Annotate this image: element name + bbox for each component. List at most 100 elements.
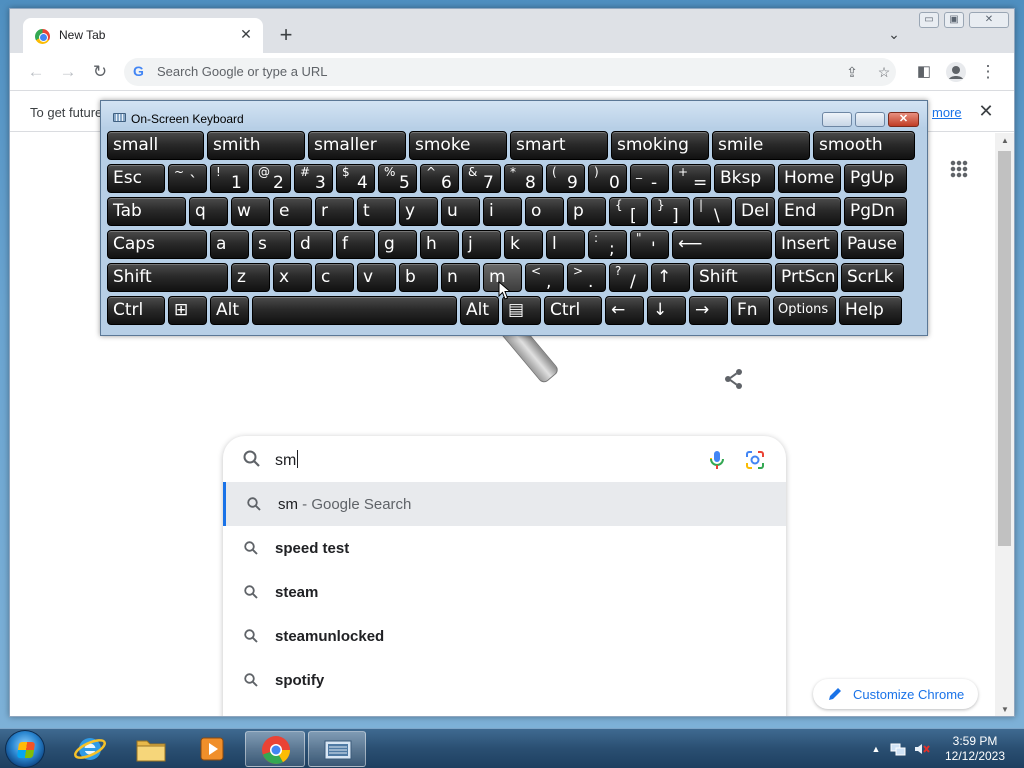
osk-key-g[interactable]: g (378, 230, 417, 259)
osk-key-fn[interactable]: Fn (731, 296, 770, 325)
side-panel-icon[interactable]: ◧ (913, 61, 935, 83)
osk-key-symbol[interactable]: ? / (609, 263, 648, 292)
osk-key-o[interactable]: o (525, 197, 564, 226)
google-apps-icon[interactable] (950, 160, 968, 178)
osk-key-symbol[interactable]: ⊞ (168, 296, 207, 325)
osk-word-suggestion[interactable]: smart (510, 131, 608, 160)
osk-key-scrlk[interactable]: ScrLk (841, 263, 904, 292)
osk-key-q[interactable]: q (189, 197, 228, 226)
osk-key-symbol[interactable]: ↑ (651, 263, 690, 292)
start-button[interactable] (5, 730, 45, 768)
osk-taskbar-button[interactable] (308, 731, 366, 767)
microphone-icon[interactable] (707, 449, 727, 471)
osk-maximize-button[interactable] (855, 112, 885, 127)
osk-key-caps[interactable]: Caps (107, 230, 207, 259)
close-window-button[interactable]: ✕ (969, 12, 1009, 28)
osk-key-p[interactable]: p (567, 197, 606, 226)
maximize-button[interactable]: ▣ (944, 12, 964, 28)
osk-key-z[interactable]: z (231, 263, 270, 292)
forward-arrow-icon[interactable]: → (57, 61, 79, 83)
osk-key-y[interactable]: y (399, 197, 438, 226)
suggestion-item[interactable]: SHEIN (223, 702, 786, 716)
osk-key-b[interactable]: b (399, 263, 438, 292)
internet-explorer-taskbar-button[interactable] (62, 731, 118, 767)
osk-key-k[interactable]: k (504, 230, 543, 259)
osk-key-symbol[interactable]: ← (605, 296, 644, 325)
osk-key-1[interactable]: ! 1 (210, 164, 249, 193)
osk-key-symbol[interactable]: _ - (630, 164, 669, 193)
osk-key-pgdn[interactable]: PgDn (844, 197, 907, 226)
osk-key-2[interactable]: @2 (252, 164, 291, 193)
osk-key-c[interactable]: c (315, 263, 354, 292)
osk-key-ctrl[interactable]: Ctrl (544, 296, 602, 325)
osk-key-tab[interactable]: Tab (107, 197, 186, 226)
osk-word-suggestion[interactable]: smith (207, 131, 305, 160)
osk-key-5[interactable]: % 5 (378, 164, 417, 193)
osk-key-symbol[interactable]: ↓ (647, 296, 686, 325)
osk-key-h[interactable]: h (420, 230, 459, 259)
osk-key-symbol[interactable]: ⟵ (672, 230, 772, 259)
osk-key-shift[interactable]: Shift (107, 263, 228, 292)
osk-key-u[interactable]: u (441, 197, 480, 226)
suggestion-item[interactable]: steam (223, 570, 786, 614)
suggestion-item[interactable]: spotify (223, 658, 786, 702)
osk-key-symbol[interactable]: + = (672, 164, 711, 193)
explorer-taskbar-button[interactable] (123, 731, 179, 767)
osk-key-w[interactable]: w (231, 197, 270, 226)
menu-kebab-icon[interactable]: ⋮ (977, 61, 999, 83)
osk-word-suggestion[interactable]: smoking (611, 131, 709, 160)
clock[interactable]: 3:59 PM 12/12/2023 (941, 734, 1009, 764)
osk-key-3[interactable]: #3 (294, 164, 333, 193)
osk-key-symbol[interactable]: {[ (609, 197, 648, 226)
minimize-button[interactable]: ▭ (919, 12, 939, 28)
chrome-taskbar-button[interactable] (245, 731, 305, 767)
osk-key-j[interactable]: j (462, 230, 501, 259)
new-tab-button[interactable]: + (273, 23, 299, 49)
osk-key-a[interactable]: a (210, 230, 249, 259)
back-arrow-icon[interactable]: ← (25, 61, 47, 83)
close-icon[interactable]: ✕ (976, 101, 996, 121)
osk-key-l[interactable]: l (546, 230, 585, 259)
address-bar[interactable]: G Search Google or type a URL ⇪ ☆ (124, 58, 896, 86)
osk-key-d[interactable]: d (294, 230, 333, 259)
osk-key-v[interactable]: v (357, 263, 396, 292)
scrollbar-thumb[interactable] (998, 151, 1011, 546)
osk-word-suggestion[interactable]: smile (712, 131, 810, 160)
osk-close-button[interactable]: ✕ (888, 112, 919, 127)
osk-key-6[interactable]: ^ 6 (420, 164, 459, 193)
osk-key-shift[interactable]: Shift (693, 263, 772, 292)
osk-key-t[interactable]: t (357, 197, 396, 226)
osk-key-home[interactable]: Home (778, 164, 841, 193)
osk-key-alt[interactable]: Alt (460, 296, 499, 325)
osk-key-del[interactable]: Del (735, 197, 775, 226)
osk-word-suggestion[interactable]: smoke (409, 131, 507, 160)
osk-key-symbol[interactable]: " ' (630, 230, 669, 259)
osk-word-suggestion[interactable]: smaller (308, 131, 406, 160)
osk-key-symbol[interactable]: ~ ` (168, 164, 207, 193)
network-icon[interactable] (890, 741, 906, 757)
osk-key-ctrl[interactable]: Ctrl (107, 296, 165, 325)
share-page-icon[interactable]: ⇪ (842, 62, 862, 82)
osk-key-symbol[interactable]: → (689, 296, 728, 325)
osk-key-symbol[interactable]: :; (588, 230, 627, 259)
osk-key-insert[interactable]: Insert (775, 230, 838, 259)
scroll-up-icon[interactable]: ▲ (995, 133, 1014, 149)
customize-chrome-button[interactable]: Customize Chrome (813, 679, 978, 709)
bookmark-star-icon[interactable]: ☆ (874, 62, 894, 82)
osk-key-0[interactable]: ) 0 (588, 164, 627, 193)
reload-icon[interactable]: ↻ (89, 61, 111, 83)
osk-key-symbol[interactable]: | \ (693, 197, 732, 226)
osk-key-symbol[interactable]: <, (525, 263, 564, 292)
osk-key-9[interactable]: (9 (546, 164, 585, 193)
osk-key-esc[interactable]: Esc (107, 164, 165, 193)
osk-key-options[interactable]: Options (773, 296, 836, 325)
osk-key-n[interactable]: n (441, 263, 480, 292)
osk-key-f[interactable]: f (336, 230, 375, 259)
osk-word-suggestion[interactable]: small (107, 131, 204, 160)
osk-minimize-button[interactable] (822, 112, 852, 127)
osk-title-bar[interactable]: On-Screen Keyboard ✕ (101, 101, 927, 127)
close-tab-icon[interactable]: ✕ (237, 25, 255, 43)
media-player-taskbar-button[interactable] (184, 731, 240, 767)
osk-key-i[interactable]: i (483, 197, 522, 226)
osk-key-pause[interactable]: Pause (841, 230, 904, 259)
